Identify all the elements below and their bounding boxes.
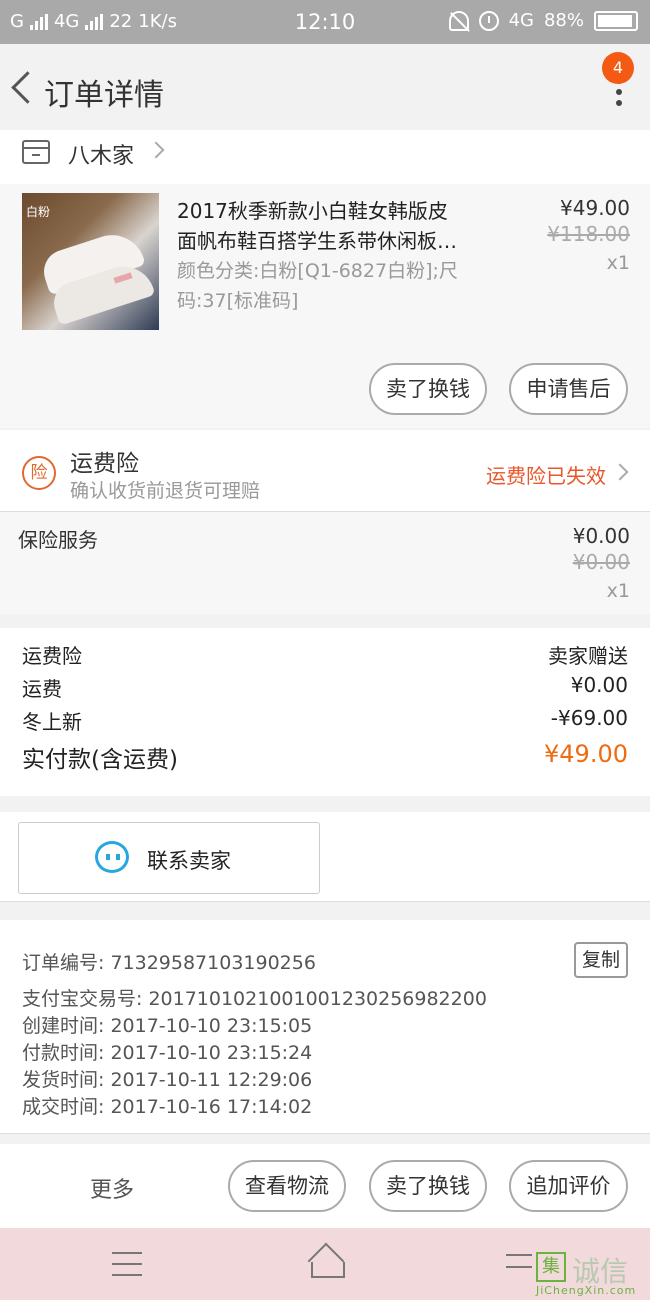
status-bar: G 4G 22 1K/s 12:10 4G 88% (0, 0, 650, 44)
product-image[interactable]: 白粉 (22, 193, 159, 330)
more-link[interactable]: 更多 (90, 1172, 134, 1204)
freight-insurance-row[interactable]: 险 运费险 确认收货前退货可理赔 运费险已失效 (0, 430, 650, 512)
mute-icon (448, 10, 469, 31)
service-name: 保险服务 (18, 528, 98, 552)
insurance-subtitle: 确认收货前退货可理赔 (70, 480, 261, 502)
battery-percent: 88% (543, 10, 584, 31)
completed-time: 成交时间: 2017-10-16 17:14:02 (22, 1096, 313, 1118)
network-label-2: 4G (508, 10, 534, 31)
summary-value: ¥0.00 (570, 673, 628, 697)
watermark-url: JiChengXin.com (536, 1284, 637, 1297)
action-bar: 更多 查看物流 卖了换钱 追加评价 (0, 1144, 650, 1228)
notification-badge: 4 (602, 52, 634, 84)
contact-section: 联系卖家 (0, 812, 650, 902)
product-item: 白粉 2017秋季新款小白鞋女韩版皮 面帆布鞋百搭学生系带休闲板… 颜色分类:白… (0, 184, 650, 428)
insurance-icon: 险 (22, 456, 56, 490)
summary-label: 运费险 (22, 644, 82, 668)
after-sale-button[interactable]: 申请售后 (509, 363, 628, 415)
summary-value: 卖家赠送 (548, 644, 628, 668)
alipay-number: 支付宝交易号: 2017101021001001230256982200 (22, 988, 487, 1010)
paid-time: 付款时间: 2017-10-10 23:15:24 (22, 1042, 313, 1064)
chevron-right-icon (611, 463, 629, 481)
chevron-right-icon (147, 141, 165, 159)
image-tag: 白粉 (26, 205, 51, 219)
status-right: 4G 88% (448, 10, 638, 31)
copy-button[interactable]: 复制 (574, 942, 628, 978)
watermark: 集 诚信 JiChengXin.com (536, 1252, 646, 1298)
insurance-status: 运费险已失效 (486, 464, 606, 488)
product-original-price: ¥118.00 (547, 222, 630, 246)
summary-label: 冬上新 (22, 710, 82, 734)
view-logistics-button[interactable]: 查看物流 (228, 1160, 346, 1212)
back-button[interactable] (6, 68, 36, 106)
summary-label: 运费 (22, 677, 62, 701)
chat-icon (95, 841, 129, 873)
contact-seller-button[interactable]: 联系卖家 (18, 822, 320, 894)
summary-value: -¥69.00 (550, 706, 628, 730)
service-original-price: ¥0.00 (572, 550, 630, 574)
service-price: ¥0.00 (572, 524, 630, 548)
contact-seller-label: 联系卖家 (147, 849, 231, 873)
product-title-line2: 面帆布鞋百搭学生系带休闲板… (177, 229, 457, 253)
order-info: 订单编号: 71329587103190256 复制 支付宝交易号: 20171… (0, 920, 650, 1134)
service-quantity: x1 (606, 580, 630, 602)
total-value: ¥49.00 (544, 740, 628, 768)
insurance-title: 运费险 (70, 451, 139, 477)
summary-row: 运费 ¥0.00 (22, 673, 628, 705)
product-quantity: x1 (606, 252, 630, 274)
menu-icon[interactable] (112, 1252, 142, 1276)
watermark-logo: 集 (536, 1252, 566, 1282)
summary-row: 冬上新 -¥69.00 (22, 706, 628, 738)
add-review-button[interactable]: 追加评价 (509, 1160, 628, 1212)
service-item: 保险服务 ¥0.00 ¥0.00 x1 (0, 512, 650, 614)
summary-total-row: 实付款(含运费) ¥49.00 (22, 740, 628, 773)
product-sku: 颜色分类:白粉[Q1-6827白粉];尺码:37[标准码] (177, 260, 458, 312)
battery-icon (594, 10, 638, 31)
order-number: 订单编号: 71329587103190256 (22, 952, 316, 974)
page-title: 订单详情 (44, 78, 164, 113)
alarm-icon (478, 10, 499, 31)
shop-row[interactable]: 八木家 (0, 130, 650, 184)
app-header: 订单详情 4 (0, 44, 650, 130)
order-summary: 运费险 卖家赠送 运费 ¥0.00 冬上新 -¥69.00 实付款(含运费) ¥… (0, 628, 650, 796)
back-nav-icon[interactable] (506, 1250, 536, 1274)
shop-icon (22, 140, 50, 164)
created-time: 创建时间: 2017-10-10 23:15:05 (22, 1015, 313, 1037)
home-icon[interactable] (305, 1246, 347, 1278)
sell-button[interactable]: 卖了换钱 (369, 363, 487, 415)
total-label: 实付款(含运费) (22, 747, 178, 773)
sell-again-button[interactable]: 卖了换钱 (369, 1160, 487, 1212)
summary-row: 运费险 卖家赠送 (22, 640, 628, 672)
product-title[interactable]: 2017秋季新款小白鞋女韩版皮 面帆布鞋百搭学生系带休闲板… (177, 196, 487, 256)
product-title-line1: 2017秋季新款小白鞋女韩版皮 (177, 199, 448, 223)
product-price: ¥49.00 (560, 196, 630, 220)
shipped-time: 发货时间: 2017-10-11 12:29:06 (22, 1069, 313, 1091)
shop-name: 八木家 (68, 144, 135, 169)
